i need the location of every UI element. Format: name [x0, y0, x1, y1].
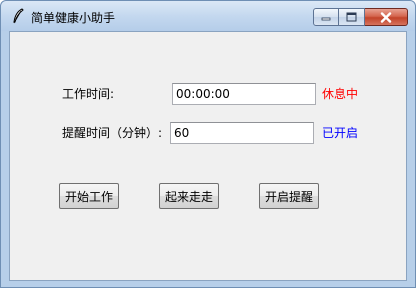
reminder-time-field[interactable]: [170, 122, 314, 144]
enable-reminder-button[interactable]: 开启提醒: [259, 183, 319, 209]
maximize-button[interactable]: [339, 8, 365, 26]
close-icon: [380, 11, 392, 23]
work-time-label: 工作时间:: [62, 87, 115, 101]
close-button[interactable]: [365, 8, 408, 26]
maximize-icon: [346, 12, 357, 22]
app-window: 简单健康小助手 工作时间: 休息中 提醒时间（分钟）: 已开启 开始工作 起来走…: [0, 0, 416, 288]
work-time-field[interactable]: [172, 83, 316, 105]
work-status-text: 休息中: [322, 87, 359, 101]
walk-around-button[interactable]: 起来走走: [159, 183, 219, 209]
reminder-status-text: 已开启: [322, 126, 359, 140]
feather-icon: [13, 8, 24, 24]
window-title: 简单健康小助手: [31, 11, 116, 25]
minimize-button[interactable]: [313, 8, 339, 26]
title-bar[interactable]: 简单健康小助手: [1, 1, 415, 31]
main-panel: 工作时间: 休息中 提醒时间（分钟）: 已开启 开始工作 起来走走 开启提醒: [9, 31, 407, 281]
reminder-time-label: 提醒时间（分钟）:: [62, 126, 163, 140]
minimize-icon: [321, 17, 331, 21]
start-work-button[interactable]: 开始工作: [59, 183, 119, 209]
